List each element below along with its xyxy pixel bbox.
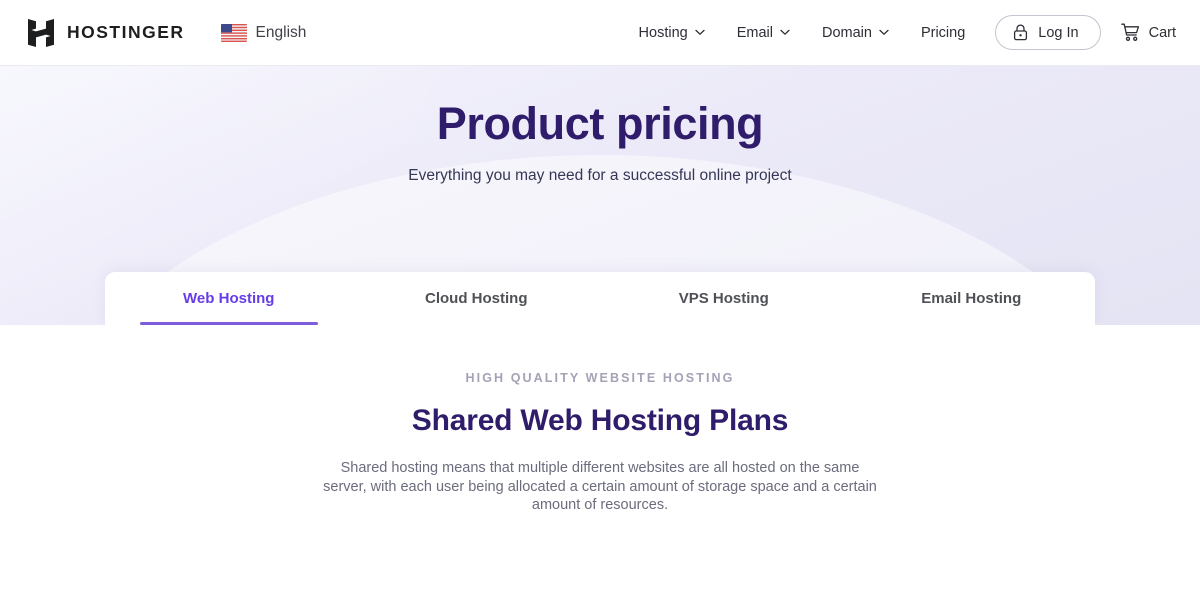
main-content: HIGH QUALITY WEBSITE HOSTING Shared Web …	[0, 325, 1200, 515]
tab-label: Web Hosting	[183, 290, 275, 307]
shopping-cart-icon	[1120, 23, 1139, 41]
login-button-label: Log In	[1038, 24, 1079, 41]
tab-label: Cloud Hosting	[425, 290, 528, 307]
language-label: English	[255, 23, 307, 41]
tab-email-hosting[interactable]: Email Hosting	[848, 272, 1096, 325]
lock-icon	[1014, 24, 1028, 41]
section-description: Shared hosting means that multiple diffe…	[323, 460, 877, 513]
page-title: Product pricing	[436, 98, 764, 149]
brand-logo[interactable]: HOSTINGER	[28, 18, 185, 47]
nav-item-domain[interactable]: Domain	[806, 17, 905, 49]
nav-item-label: Hosting	[638, 24, 688, 41]
site-header: HOSTINGER English Hosting Email Domain P…	[0, 0, 1200, 66]
brand-name: HOSTINGER	[67, 22, 185, 42]
hero-section: Product pricing Everything you may need …	[0, 66, 1200, 325]
nav-item-email[interactable]: Email	[721, 17, 806, 49]
nav-item-label: Pricing	[920, 24, 966, 41]
section-title: Shared Web Hosting Plans	[411, 404, 789, 437]
hosting-type-tabs: Web Hosting Cloud Hosting VPS Hosting Em…	[105, 272, 1095, 325]
nav-item-hosting[interactable]: Hosting	[623, 17, 721, 49]
page-subtitle: Everything you may need for a successful…	[408, 167, 792, 184]
main-navigation: Hosting Email Domain Pricing Log In Cart	[623, 15, 1200, 50]
chevron-down-icon	[780, 29, 790, 35]
us-flag-icon	[220, 23, 247, 42]
tab-cloud-hosting[interactable]: Cloud Hosting	[353, 272, 601, 325]
nav-item-label: Email	[736, 24, 773, 41]
tab-web-hosting[interactable]: Web Hosting	[105, 272, 353, 325]
language-selector[interactable]: English	[220, 23, 307, 42]
tab-label: Email Hosting	[921, 290, 1022, 307]
cart-button-label: Cart	[1148, 24, 1176, 41]
cart-button[interactable]: Cart	[1120, 23, 1176, 42]
section-eyebrow: HIGH QUALITY WEBSITE HOSTING	[465, 371, 735, 385]
nav-item-pricing[interactable]: Pricing	[905, 17, 981, 49]
login-button[interactable]: Log In	[995, 15, 1101, 50]
tab-label: VPS Hosting	[678, 290, 769, 307]
chevron-down-icon	[695, 29, 705, 35]
hostinger-h-logomark	[28, 18, 54, 47]
nav-item-label: Domain	[821, 24, 872, 41]
chevron-down-icon	[879, 29, 889, 35]
tab-vps-hosting[interactable]: VPS Hosting	[600, 272, 848, 325]
